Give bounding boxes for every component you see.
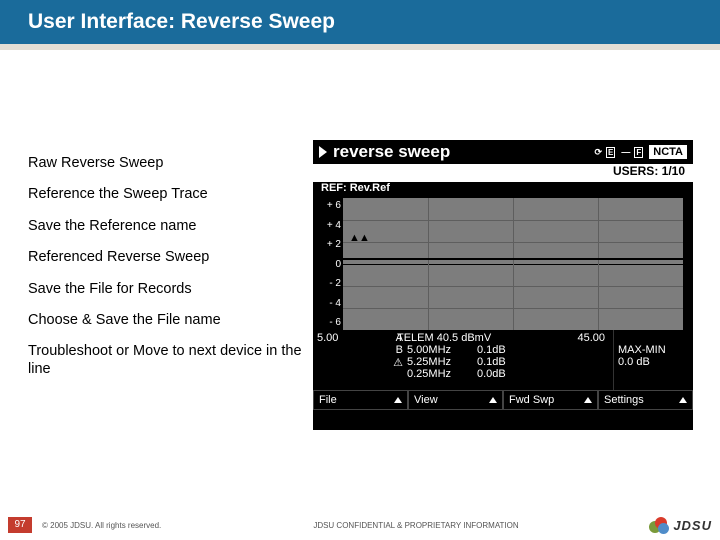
step-item: Choose & Save the File name xyxy=(28,312,308,329)
end-freq: 45.00 xyxy=(523,330,613,390)
softkey-label: File xyxy=(319,394,337,406)
slide-body: Raw Reverse Sweep Reference the Sweep Tr… xyxy=(28,75,693,495)
device-titlebar: reverse sweep ⟳ E — F NCTA xyxy=(313,140,693,164)
y-tick: + 2 xyxy=(315,239,341,250)
step-list: Raw Reverse Sweep Reference the Sweep Tr… xyxy=(28,155,308,392)
freq-a: 5.00MHz xyxy=(407,344,469,356)
y-tick: + 4 xyxy=(315,220,341,231)
gridline-v xyxy=(598,198,599,330)
maxmin-value: 0.0 dB xyxy=(618,356,689,368)
confidential-label: JDSU CONFIDENTIAL & PROPRIETARY INFORMAT… xyxy=(202,521,630,530)
gridline-v xyxy=(513,198,514,330)
softkey-fwdswp[interactable]: Fwd Swp xyxy=(503,390,598,410)
link-f-icon: F xyxy=(634,147,643,158)
step-item: Troubleshoot or Move to next device in t… xyxy=(28,343,308,378)
users-count: USERS: 1/10 xyxy=(613,164,685,178)
db-b: 0.1dB xyxy=(477,356,519,368)
logo-text: JDSU xyxy=(673,518,712,533)
y-tick: - 2 xyxy=(315,278,341,289)
play-icon xyxy=(319,146,327,158)
ref-label: REF: Rev.Ref xyxy=(321,182,390,194)
slide-title: User Interface: Reverse Sweep xyxy=(28,10,335,33)
copyright: © 2005 JDSU. All rights reserved. xyxy=(42,521,202,530)
link-e-icon: E xyxy=(606,147,615,158)
step-item: Reference the Sweep Trace xyxy=(28,186,308,203)
link-sep: — xyxy=(621,147,630,157)
softkey-label: Settings xyxy=(604,394,644,406)
softkey-settings[interactable]: Settings xyxy=(598,390,693,410)
softkey-label: Fwd Swp xyxy=(509,394,554,406)
ncta-badge: NCTA xyxy=(649,145,687,159)
step-item: Save the Reference name xyxy=(28,218,308,235)
y-axis-labels: + 6 + 4 + 2 0 - 2 - 4 - 6 xyxy=(313,198,343,330)
up-arrow-icon xyxy=(394,397,402,403)
db-a: 0.1dB xyxy=(477,344,519,356)
page-number: 97 xyxy=(8,517,32,533)
start-freq: 5.00 xyxy=(313,330,373,390)
freq-delta: 0.25MHz xyxy=(407,368,469,380)
y-tick: 0 xyxy=(315,259,341,270)
slide-footer: 97 © 2005 JDSU. All rights reserved. JDS… xyxy=(0,510,720,540)
y-tick: + 6 xyxy=(315,200,341,211)
up-arrow-icon xyxy=(489,397,497,403)
softkey-label: View xyxy=(414,394,438,406)
maxmin-label: MAX-MIN xyxy=(618,344,689,356)
logo-icon xyxy=(649,517,669,533)
maxmin-col: MAX-MIN 0.0 dB xyxy=(613,330,693,390)
step-item: Save the File for Records xyxy=(28,281,308,298)
row-label: B xyxy=(373,344,403,356)
stats-row: 5.00 A B ⚠ TELEM 40.5 dBmV 5.00MHz 5.25M… xyxy=(313,330,693,390)
sweep-trace xyxy=(343,258,683,260)
users-row: USERS: 1/10 xyxy=(313,164,693,182)
slide-header: User Interface: Reverse Sweep xyxy=(0,0,720,44)
y-tick: - 6 xyxy=(315,317,341,328)
ref-row: REF: Rev.Ref xyxy=(313,182,693,198)
step-item: Referenced Reverse Sweep xyxy=(28,249,308,266)
graph-area: + 6 + 4 + 2 0 - 2 - 4 - 6 ▲ ▲ xyxy=(313,198,693,330)
y-tick: - 4 xyxy=(315,298,341,309)
softkey-row: File View Fwd Swp Settings xyxy=(313,390,693,410)
link-label: ⟳ xyxy=(594,147,602,158)
freq-b: 5.25MHz xyxy=(407,356,469,368)
telem-label: TELEM 40.5 dBmV xyxy=(397,332,469,344)
softkey-file[interactable]: File xyxy=(313,390,408,410)
plot-canvas: ▲ ▲ xyxy=(343,198,683,330)
telem-col: TELEM 40.5 dBmV 5.00MHz 5.25MHz 0.25MHz xyxy=(403,330,473,390)
jdsu-logo: JDSU xyxy=(630,517,720,533)
db-delta: 0.0dB xyxy=(477,368,519,380)
up-arrow-icon xyxy=(679,397,687,403)
marker-b: ▲ xyxy=(359,232,370,244)
step-item: Raw Reverse Sweep xyxy=(28,155,308,172)
device-title: reverse sweep xyxy=(333,142,588,162)
device-screenshot: reverse sweep ⟳ E — F NCTA USERS: 1/10 R… xyxy=(313,140,693,430)
softkey-view[interactable]: View xyxy=(408,390,503,410)
up-arrow-icon xyxy=(584,397,592,403)
db-col: 0.1dB 0.1dB 0.0dB xyxy=(473,330,523,390)
header-underline xyxy=(0,44,720,50)
gridline-v xyxy=(428,198,429,330)
warning-icon: ⚠ xyxy=(373,356,403,369)
